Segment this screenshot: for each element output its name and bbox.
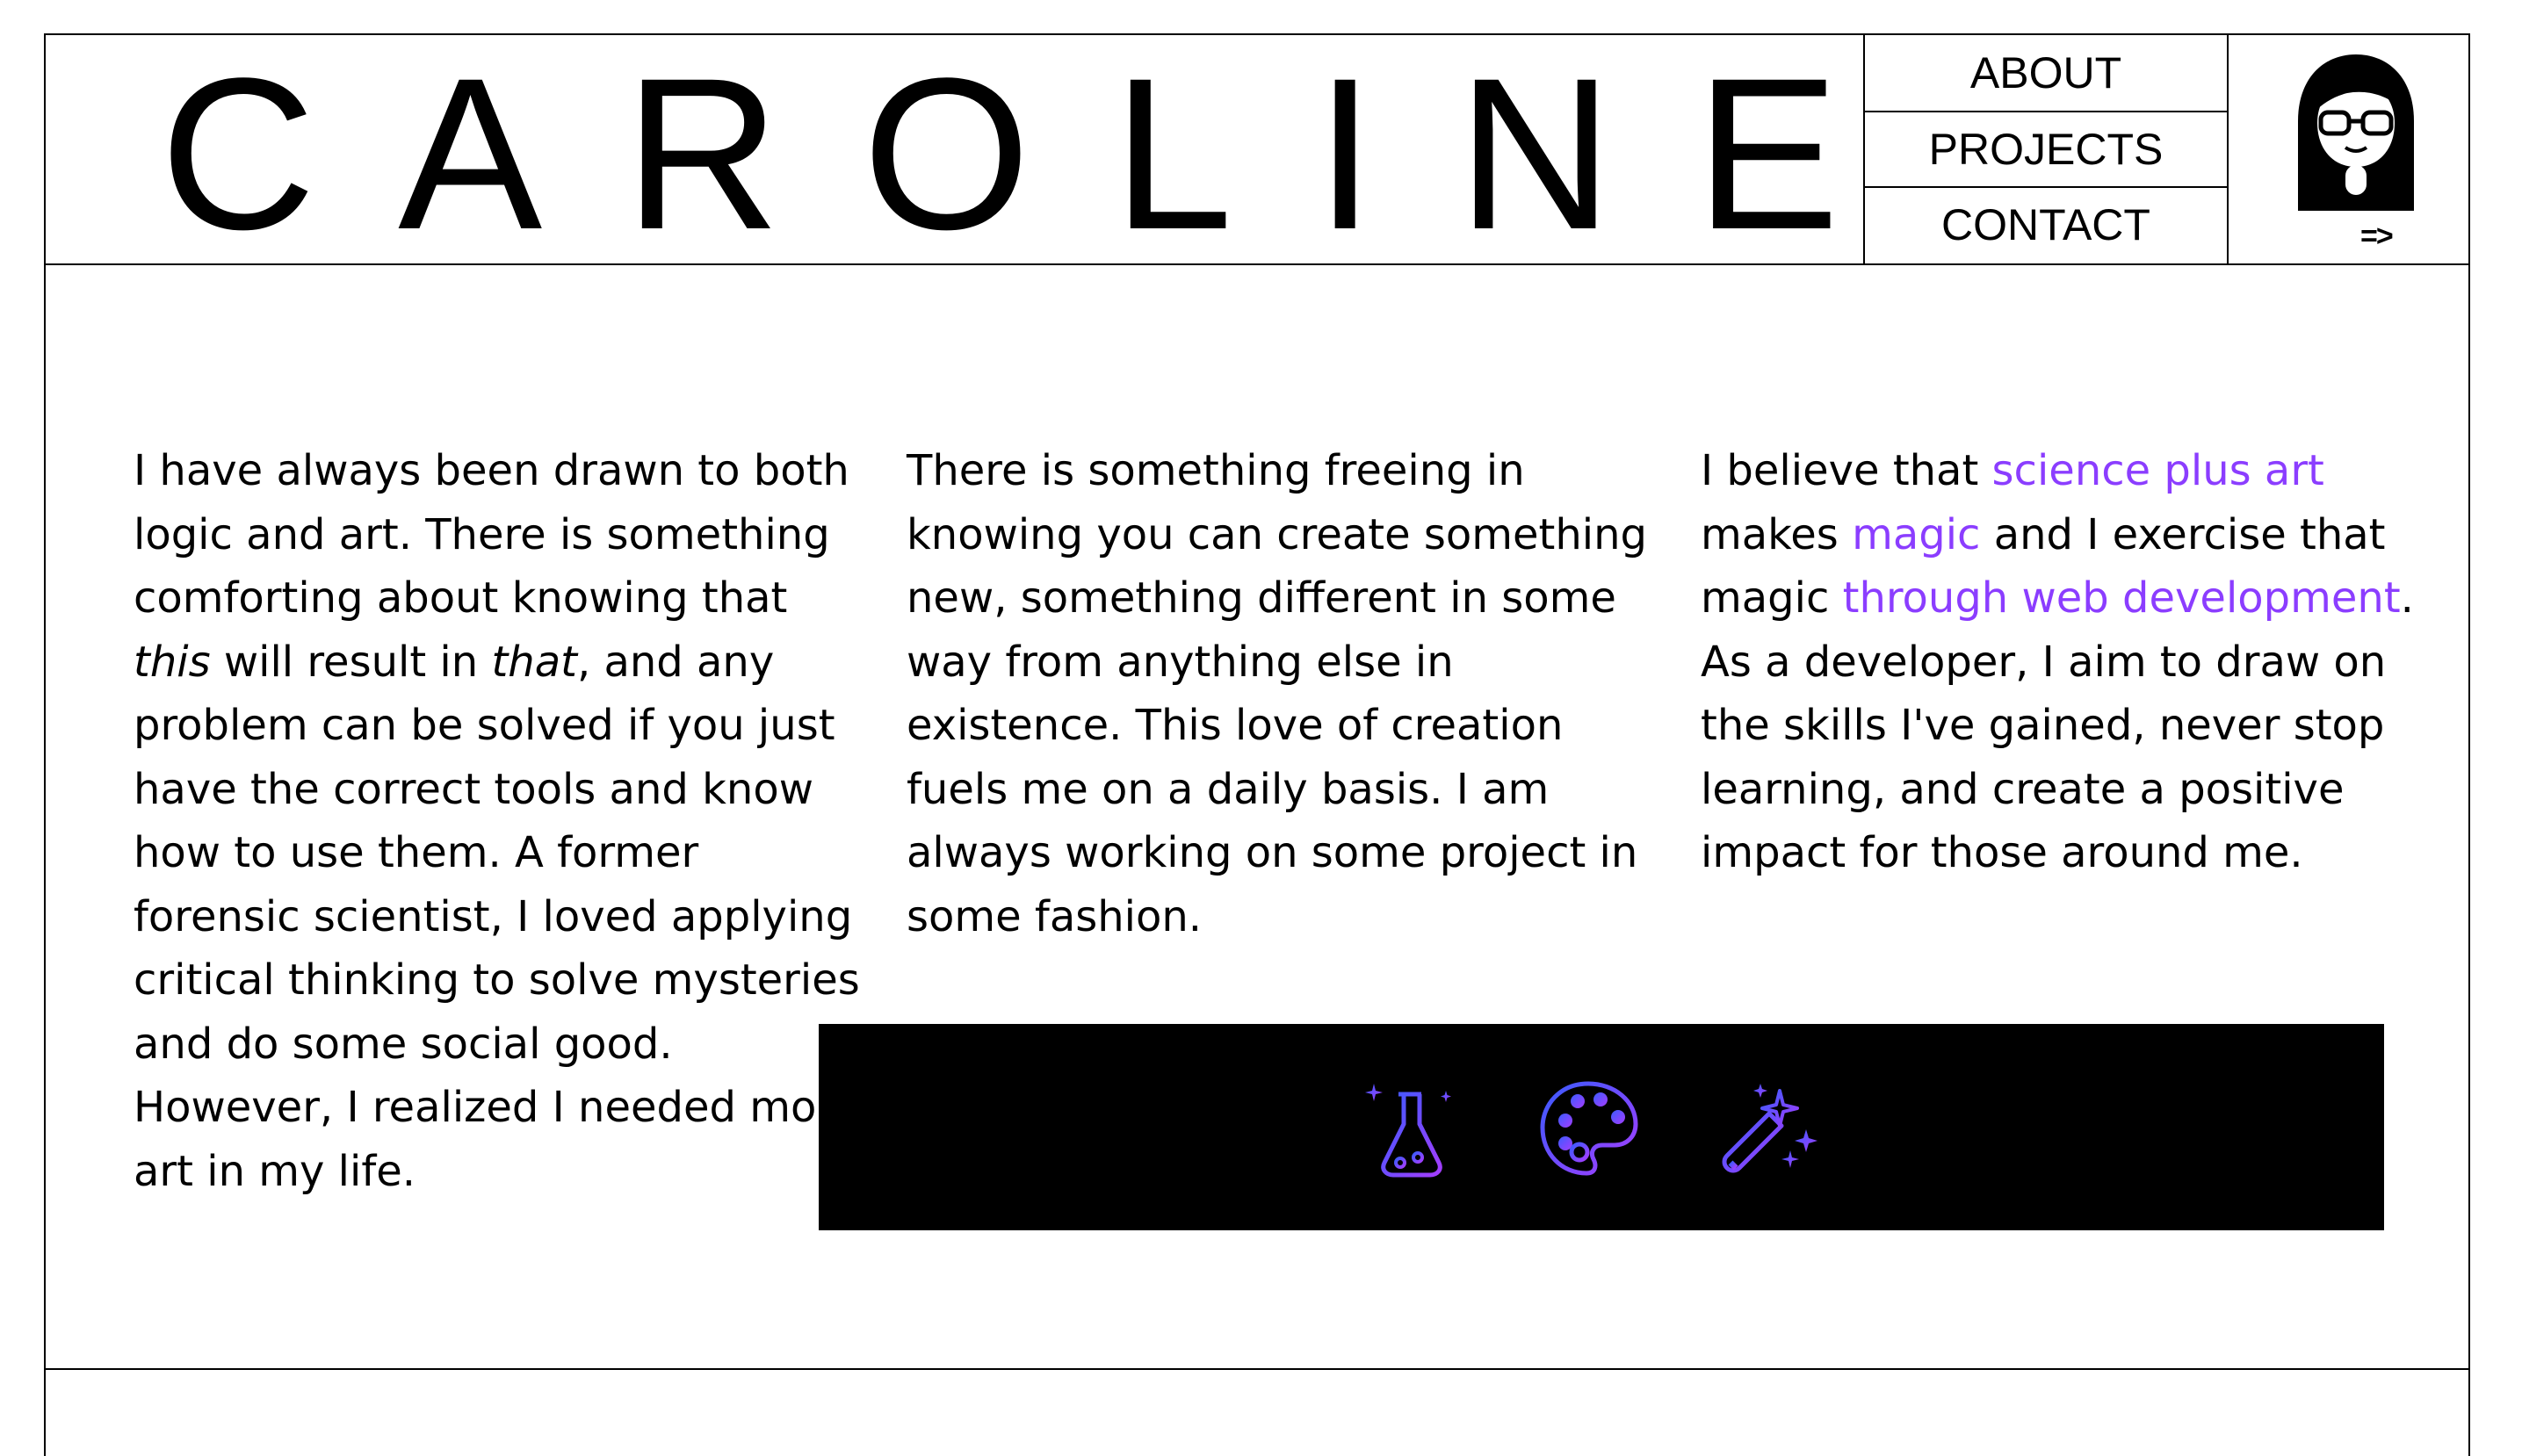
avatar-icon xyxy=(2298,54,2414,211)
flask-icon[interactable] xyxy=(1363,1078,1460,1179)
section-divider xyxy=(44,1368,2470,1370)
highlight-magic: magic xyxy=(1852,509,1981,559)
about-text: will result in xyxy=(210,637,492,687)
about-column-logic: I have always been drawn to both logic a… xyxy=(134,439,863,1203)
site-header: CAROLINE ABOUT PROJECTS CONTACT => xyxy=(46,35,2468,265)
next-arrow[interactable]: => xyxy=(2360,220,2394,254)
about-emphasis-that: that xyxy=(491,637,577,687)
about-column-creation: There is something freeing in knowing yo… xyxy=(907,439,1662,948)
highlight-web-development: through web development xyxy=(1842,573,2401,623)
page-frame: CAROLINE ABOUT PROJECTS CONTACT => I hav… xyxy=(44,33,2470,1456)
about-text: , and any problem can be solved if you j… xyxy=(134,637,860,1196)
about-text: I have always been drawn to both logic a… xyxy=(134,446,849,623)
highlight-science-plus-art: science plus art xyxy=(1991,446,2324,495)
site-logo[interactable]: CAROLINE xyxy=(160,47,1921,263)
magic-wand-icon[interactable] xyxy=(1722,1078,1825,1179)
about-column-magic: I believe that science plus art makes ma… xyxy=(1701,439,2456,885)
nav-contact[interactable]: CONTACT xyxy=(1865,186,2227,262)
about-emphasis-this: this xyxy=(134,637,211,687)
about-text: makes xyxy=(1701,509,1853,559)
avatar-panel: => xyxy=(2229,35,2468,263)
about-text: I believe that xyxy=(1701,446,1992,495)
nav-projects[interactable]: PROJECTS xyxy=(1865,111,2227,186)
nav-about[interactable]: ABOUT xyxy=(1865,35,2227,111)
about-text: There is something freeing in knowing yo… xyxy=(907,446,1648,941)
palette-icon[interactable] xyxy=(1537,1078,1641,1179)
main-nav: ABOUT PROJECTS CONTACT xyxy=(1863,35,2229,263)
icon-bar xyxy=(819,1024,2384,1230)
